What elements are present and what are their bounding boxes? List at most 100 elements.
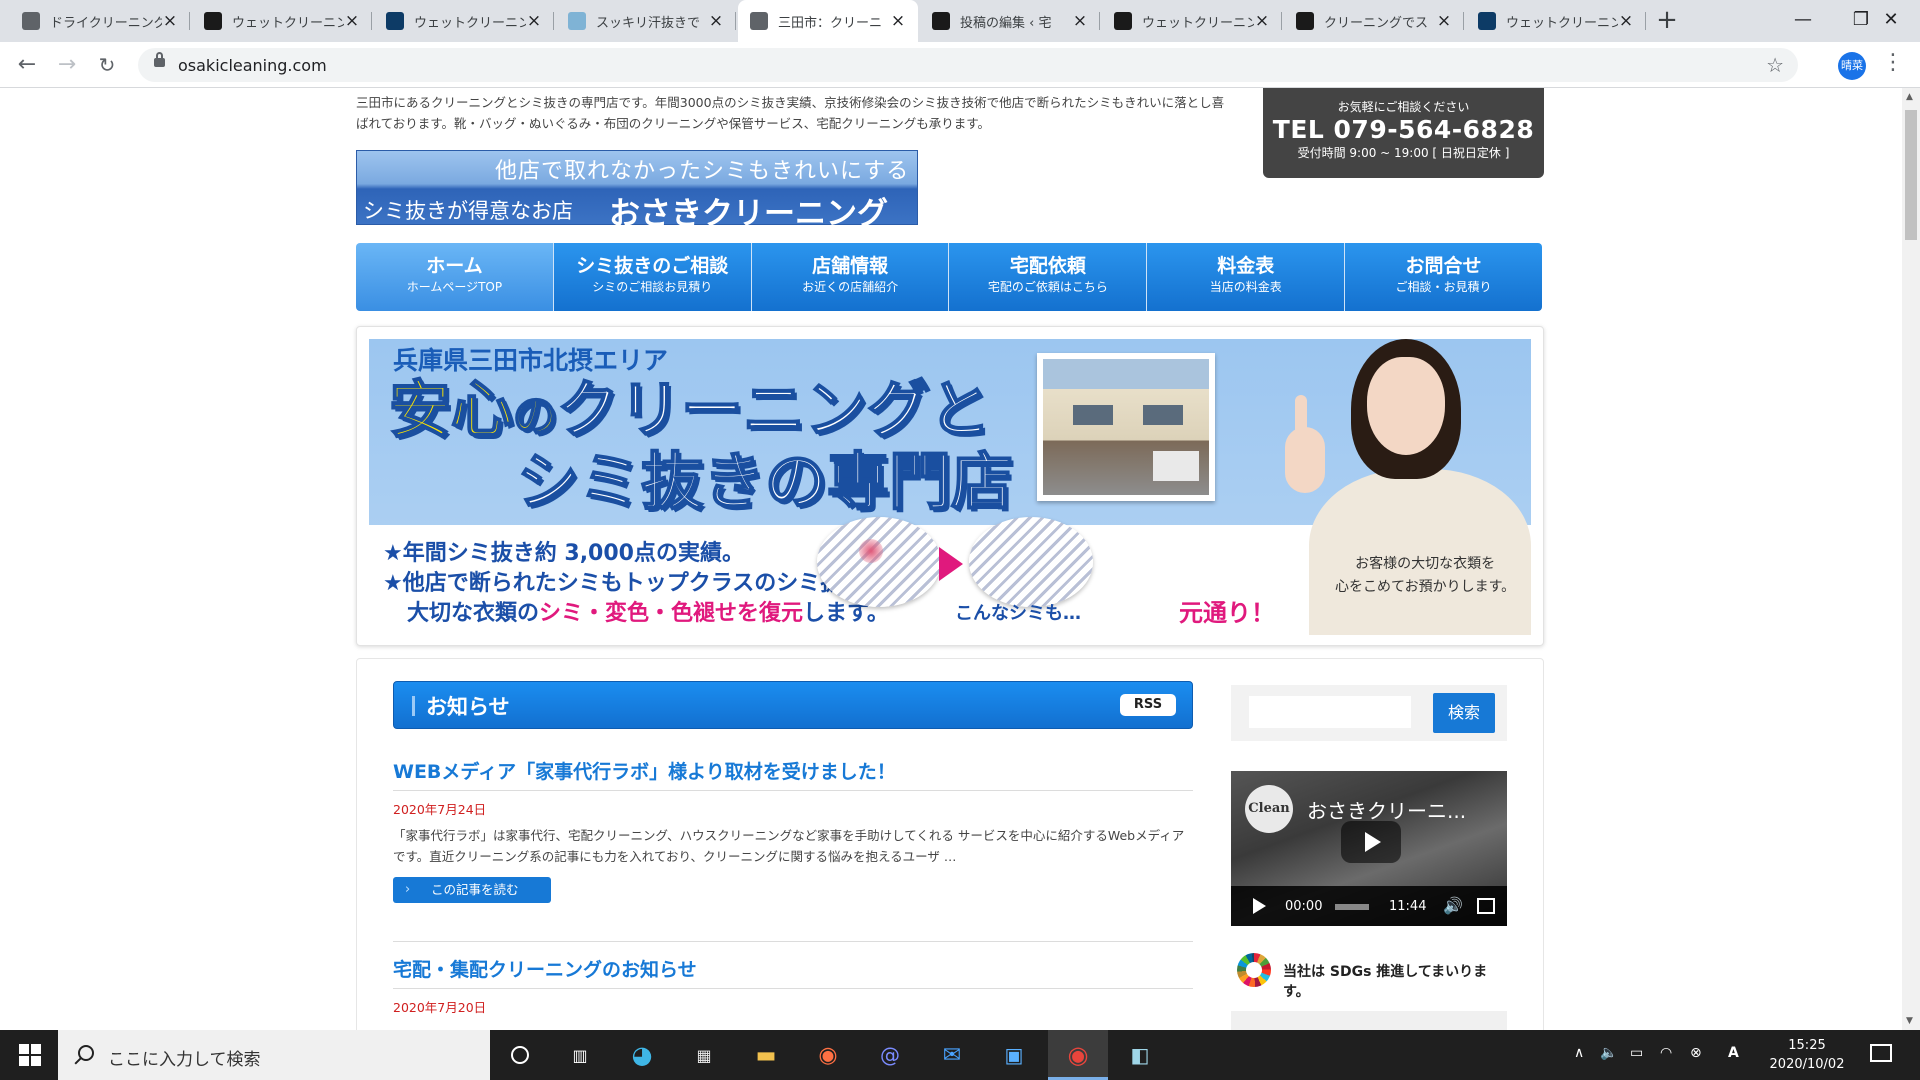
play-overlay-icon[interactable] bbox=[1341, 821, 1401, 863]
tray-overflow-icon[interactable]: ∧ bbox=[1574, 1045, 1584, 1061]
nav-main-label: お問合せ bbox=[1405, 255, 1482, 277]
lock-icon bbox=[154, 52, 165, 67]
stain-mark bbox=[859, 539, 883, 563]
cortana-icon[interactable] bbox=[504, 1039, 536, 1071]
scrollbar-thumb[interactable] bbox=[1905, 110, 1917, 240]
sidebar-search: 検索 bbox=[1231, 685, 1507, 741]
nav-item-delivery[interactable]: 宅配依頼 宅配のご依頼はこちら bbox=[949, 243, 1148, 311]
fullscreen-icon[interactable] bbox=[1477, 898, 1495, 914]
banner-line1: 他店で取れなかったシミもきれいにする bbox=[495, 159, 910, 184]
globe-icon bbox=[750, 12, 768, 30]
play-icon[interactable] bbox=[1253, 898, 1266, 914]
browser-tab[interactable]: ウェットクリーニング× bbox=[192, 0, 372, 42]
search-input[interactable] bbox=[1249, 696, 1411, 728]
post-title-link[interactable]: WEBメディア「家事代行ラボ」様より取材を受けました！ bbox=[393, 757, 1193, 791]
reload-button[interactable]: ↻ bbox=[92, 50, 122, 80]
shop-photo bbox=[1037, 353, 1215, 501]
ime-icon[interactable]: A bbox=[1728, 1045, 1739, 1061]
tab-label: 三田市：クリーニ bbox=[778, 15, 883, 31]
minimize-button[interactable]: — bbox=[1774, 0, 1832, 42]
nav-item-stain-consult[interactable]: シミ抜きのご相談 シミのご相談お見積り bbox=[553, 243, 752, 311]
tab-label: ドライクリーニング bbox=[50, 15, 162, 31]
search-button[interactable]: 検索 bbox=[1433, 693, 1495, 733]
app-pencil-icon[interactable]: ◧ bbox=[1124, 1039, 1156, 1071]
status-x-icon[interactable]: ⊗ bbox=[1690, 1045, 1702, 1061]
taskbar-clock[interactable]: 15:25 2020/10/02 bbox=[1762, 1036, 1852, 1074]
store-icon[interactable]: ▦ bbox=[688, 1039, 720, 1071]
taskbar-search[interactable]: ここに入力して検索 bbox=[58, 1030, 490, 1080]
tab-close-icon[interactable]: × bbox=[1254, 11, 1270, 31]
tab-close-icon[interactable]: × bbox=[1618, 11, 1634, 31]
browser-tab[interactable]: 投稿の編集 ‹ 宅 × bbox=[920, 0, 1100, 42]
tab-close-icon[interactable]: × bbox=[162, 11, 178, 31]
page-scrollbar[interactable]: ▲ ▼ bbox=[1902, 88, 1920, 1030]
nav-item-price-list[interactable]: 料金表 当店の料金表 bbox=[1147, 243, 1346, 311]
forward-button[interactable]: → bbox=[52, 50, 82, 80]
tab-close-icon[interactable]: × bbox=[526, 11, 542, 31]
nav-sub-label: 宅配のご依頼はこちら bbox=[987, 280, 1108, 294]
nav-item-home[interactable]: ホーム ホームページTOP bbox=[356, 243, 554, 311]
post-title-link[interactable]: 宅配・集配クリーニングのお知らせ bbox=[393, 955, 1193, 989]
browser-tab[interactable]: ドライクリーニング × bbox=[10, 0, 190, 42]
network-icon[interactable]: ◠ bbox=[1660, 1045, 1672, 1061]
banner-shop-name: おさきクリーニング bbox=[609, 196, 888, 232]
photos-icon[interactable]: ▣ bbox=[998, 1039, 1030, 1071]
edge-icon[interactable]: ◕ bbox=[626, 1039, 658, 1071]
read-more-button[interactable]: この記事を読む bbox=[393, 877, 551, 903]
youtube-video-embed[interactable]: Clean おさきクリーニ... 00:00 11:44 🔊 bbox=[1231, 771, 1507, 926]
battery-icon[interactable]: ▭ bbox=[1630, 1045, 1643, 1061]
hero-caption-2: 心をこめてお預かりします。 bbox=[1335, 579, 1516, 595]
tab-label: クリーニングでス bbox=[1324, 15, 1429, 31]
scroll-up-icon[interactable]: ▲ bbox=[1906, 92, 1913, 102]
browser-tab[interactable]: ウェットクリーニング× bbox=[1102, 0, 1282, 42]
start-button[interactable] bbox=[0, 1030, 58, 1080]
hero-headline-highlight: 安心 bbox=[388, 373, 514, 446]
taskbar-search-placeholder: ここに入力して検索 bbox=[108, 1050, 261, 1070]
address-bar[interactable]: osakicleaning.com ☆ bbox=[138, 48, 1798, 82]
channel-avatar[interactable]: Clean bbox=[1245, 785, 1293, 833]
tab-close-icon[interactable]: × bbox=[1436, 11, 1452, 31]
new-tab-button[interactable]: + bbox=[1652, 6, 1682, 36]
mail-app-icon[interactable]: @ bbox=[874, 1039, 906, 1071]
windows-taskbar: ここに入力して検索 ▥ ◕ ▦ ▬ ◉ @ ✉ ▣ ◉ ◧ ∧ 🔈 ▭ ◠ ⊗ … bbox=[0, 1030, 1920, 1080]
tab-close-icon[interactable]: × bbox=[1072, 11, 1088, 31]
hero-banner: 兵庫県三田市北摂エリア 安心のクリーニングと シミ抜きの専門店 ★年間シミ抜き約… bbox=[369, 339, 1531, 635]
hero-banner-frame: 兵庫県三田市北摂エリア 安心のクリーニングと シミ抜きの専門店 ★年間シミ抜き約… bbox=[356, 326, 1544, 646]
rss-button[interactable]: RSS bbox=[1120, 694, 1176, 716]
profile-avatar[interactable]: 晴菜 bbox=[1838, 52, 1866, 80]
news-heading-bar: お知らせ RSS bbox=[393, 681, 1193, 729]
browser-tab[interactable]: クリーニングでス × bbox=[1284, 0, 1464, 42]
browser-tab[interactable]: ウェットクリーニング× bbox=[374, 0, 554, 42]
browser-tab[interactable]: ウェットクリーニング× bbox=[1466, 0, 1646, 42]
scroll-down-icon[interactable]: ▼ bbox=[1906, 1016, 1913, 1026]
clock-date: 2020/10/02 bbox=[1769, 1057, 1845, 1072]
mail-icon[interactable]: ✉ bbox=[936, 1039, 968, 1071]
tab-label: ウェットクリーニング bbox=[1506, 15, 1618, 31]
task-view-icon[interactable]: ▥ bbox=[564, 1039, 596, 1071]
browser-tab[interactable]: スッキリ汗抜きで × bbox=[556, 0, 736, 42]
chrome-icon[interactable]: ◉ bbox=[1048, 1030, 1108, 1080]
browser-menu-icon[interactable]: ⋮ bbox=[1882, 50, 1904, 75]
nav-item-contact[interactable]: お問合せ ご相談・お見積り bbox=[1345, 243, 1542, 311]
osaki-favicon bbox=[204, 12, 222, 30]
browser-tab[interactable]: 三田市：クリーニ × bbox=[738, 0, 918, 42]
tab-close-icon[interactable]: × bbox=[344, 11, 360, 31]
tab-close-icon[interactable]: × bbox=[708, 11, 724, 31]
file-explorer-icon[interactable]: ▬ bbox=[750, 1039, 782, 1071]
hero-bullet-3a: 大切な衣類の bbox=[407, 601, 540, 626]
video-title[interactable]: おさきクリーニ... bbox=[1307, 795, 1487, 824]
volume-tray-icon[interactable]: 🔈 bbox=[1600, 1045, 1617, 1061]
site-logo-banner[interactable]: 他店で取れなかったシミもきれいにする シミ抜きが得意なお店 おさきクリーニング bbox=[356, 150, 918, 232]
sdgs-banner[interactable]: 当社は SDGs 推進してまいります。 bbox=[1237, 949, 1507, 1000]
nav-item-store-info[interactable]: 店舗情報 お近くの店舗紹介 bbox=[751, 243, 950, 311]
close-window-button[interactable]: ✕ bbox=[1862, 0, 1920, 42]
app-orange-icon[interactable]: ◉ bbox=[812, 1039, 844, 1071]
back-button[interactable]: ← bbox=[12, 50, 42, 80]
video-progress-bar[interactable] bbox=[1335, 904, 1369, 910]
tab-close-icon[interactable]: × bbox=[890, 11, 906, 31]
news-post: WEBメディア「家事代行ラボ」様より取材を受けました！ 2020年7月24日 「… bbox=[393, 757, 1193, 903]
contact-tel[interactable]: TEL 079-564-6828 bbox=[1263, 115, 1544, 144]
notification-center-icon[interactable] bbox=[1870, 1044, 1892, 1062]
volume-icon[interactable]: 🔊 bbox=[1443, 896, 1463, 915]
bookmark-star-icon[interactable]: ☆ bbox=[1766, 53, 1784, 77]
